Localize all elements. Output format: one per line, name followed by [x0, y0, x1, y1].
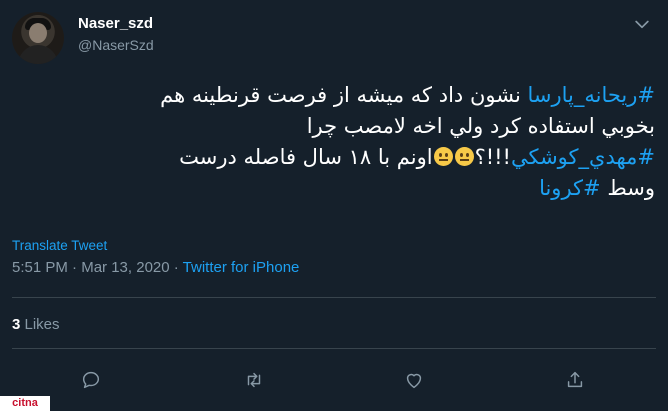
avatar[interactable] [12, 12, 64, 64]
share-icon[interactable] [564, 369, 588, 393]
likes-stat[interactable]: 3 Likes [12, 316, 60, 333]
neutral-face-emoji-icon [433, 147, 453, 166]
author-display-name[interactable]: Naser_szd [78, 15, 153, 32]
neutral-face-emoji-icon [454, 147, 474, 166]
tweet-text-segment: نشون داد که میشه از فرصت قرنطینه هم [160, 83, 528, 107]
retweet-icon[interactable] [243, 369, 267, 393]
tweet-line-1: #ريحانه_پارسا نشون داد که میشه از فرصت ق… [0, 80, 655, 111]
watermark-logo: citna [0, 396, 50, 411]
hashtag-link[interactable]: #مهدي_کوشکي [511, 145, 655, 169]
tweet-line-4: وسط #کرونا [0, 173, 655, 204]
tweet-line-2: بخوبي استفاده کرد ولي اخه لامصب چرا [0, 111, 655, 142]
translate-tweet-link[interactable]: Translate Tweet [12, 238, 107, 253]
tweet-text: #ريحانه_پارسا نشون داد که میشه از فرصت ق… [0, 80, 655, 204]
tweet-line-3: #مهدي_کوشکي!!!؟ اونم با ۱۸ سال فاصله درست [0, 142, 655, 173]
tweet-text-segment: اونم با ۱۸ سال فاصله درست [179, 145, 433, 169]
divider [12, 297, 656, 298]
tweet-source-link[interactable]: Twitter for iPhone [183, 259, 300, 276]
reply-icon[interactable] [80, 369, 104, 393]
tweet-text-segment: !!!؟ [474, 145, 511, 169]
hashtag-link[interactable]: #کرونا [539, 176, 601, 200]
like-icon[interactable] [403, 369, 427, 393]
likes-label: Likes [20, 316, 60, 333]
tweet-text-segment: بخوبي استفاده کرد ولي اخه لامصب چرا [306, 114, 655, 138]
tweet-meta: 5:51 PM · Mar 13, 2020 · Twitter for iPh… [12, 259, 299, 276]
tweet-time[interactable]: 5:51 PM [12, 259, 68, 276]
hashtag-link[interactable]: #ريحانه_پارسا [527, 83, 655, 107]
meta-separator: · [67, 259, 82, 276]
meta-separator: · [169, 259, 183, 276]
tweet-date[interactable]: Mar 13, 2020 [81, 259, 169, 276]
divider [12, 348, 656, 349]
tweet-text-segment: وسط [600, 176, 655, 200]
author-handle[interactable]: @NaserSzd [78, 37, 154, 53]
chevron-down-icon[interactable] [632, 14, 652, 34]
